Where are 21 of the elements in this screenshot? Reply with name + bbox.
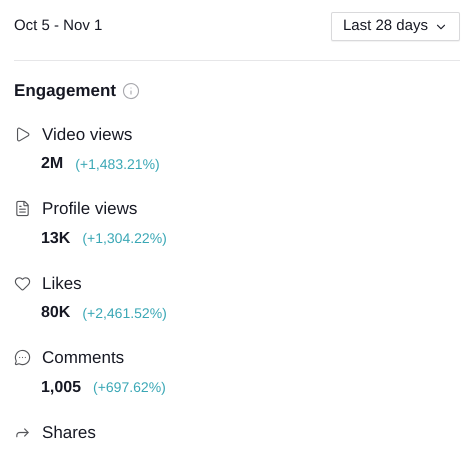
metric-value: 2M (41, 154, 64, 174)
metric-value: 1,005 (41, 378, 82, 398)
metric-label: Shares (42, 422, 96, 444)
document-icon (14, 200, 31, 218)
info-icon[interactable] (122, 82, 140, 100)
metric-value: 80K (41, 303, 70, 323)
metric-change: (+1,483.21%) (75, 154, 160, 174)
date-range: Oct 5 - Nov 1 (14, 16, 102, 36)
speech-bubble-icon (14, 349, 31, 366)
metric-value: 13K (41, 228, 70, 248)
metric-change: (+697.62%) (93, 378, 166, 397)
play-icon (14, 126, 31, 143)
period-dropdown[interactable]: Last 28 days (330, 12, 460, 41)
metric-change: (+2,461.52%) (82, 304, 167, 323)
metric-label: Profile views (42, 198, 138, 220)
metric-label: Video views (42, 124, 132, 146)
heart-icon (14, 274, 31, 292)
metric-label: Likes (42, 272, 82, 294)
metric-change: (+1,304.22%) (82, 229, 167, 248)
metric-label: Comments (42, 347, 124, 369)
section-title: Engagement (14, 80, 116, 102)
